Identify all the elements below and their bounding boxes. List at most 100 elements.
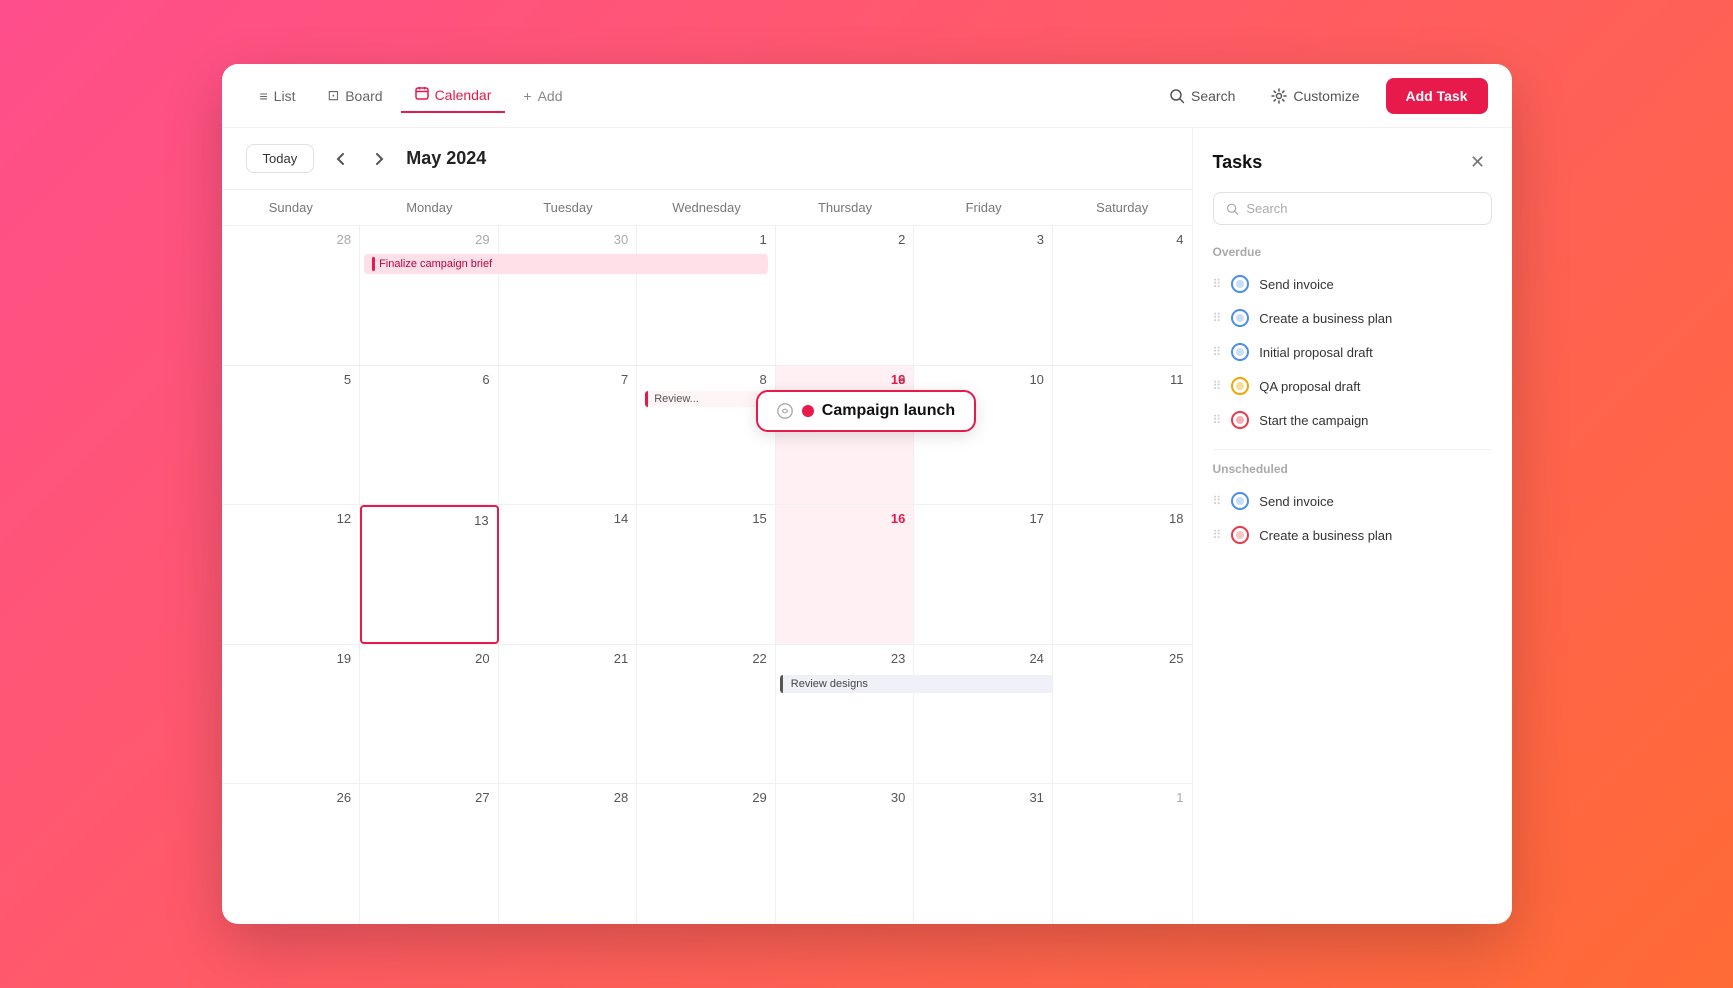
day-header-monday: Monday (360, 190, 499, 225)
cell-5-may[interactable]: 5 (222, 366, 361, 505)
cell-6-may[interactable]: 6 (360, 366, 499, 505)
cell-3-may[interactable]: 3 (914, 226, 1053, 365)
event-review-designs[interactable]: Review designs (780, 675, 1054, 693)
campaign-dot (802, 405, 814, 417)
cell-22-may[interactable]: 22 (637, 645, 776, 784)
cell-29-apr[interactable]: 29 Finalize campaign brief (360, 226, 499, 365)
day-headers: Sunday Monday Tuesday Wednesday Thursday… (222, 190, 1192, 226)
calendar-icon (415, 86, 429, 103)
week-3: 12 13 14 15 16 (222, 505, 1192, 645)
date-5-may: 5 (230, 372, 352, 387)
drag-handle-3[interactable]: ⠿ (1213, 345, 1222, 359)
close-tasks-button[interactable]: ✕ (1464, 148, 1492, 176)
cell-12-may[interactable]: 12 (222, 505, 361, 644)
cell-13-may[interactable]: 13 (360, 505, 499, 644)
date-18-may: 18 (1061, 511, 1184, 526)
task-qa-proposal-overdue[interactable]: ⠿ QA proposal draft (1213, 369, 1492, 403)
task-send-invoice-overdue[interactable]: ⠿ Send invoice (1213, 267, 1492, 301)
date-8-may: 8 (645, 372, 767, 387)
cell-8-may[interactable]: 8 Review... (637, 366, 776, 505)
drag-handle-7[interactable]: ⠿ (1213, 528, 1222, 542)
cell-25-may[interactable]: 25 (1053, 645, 1192, 784)
cell-24-may[interactable]: 24 (914, 645, 1053, 784)
cell-30-apr[interactable]: 30 (499, 226, 638, 365)
event-review-label: Review... (654, 393, 699, 405)
cell-2-may[interactable]: 2 (776, 226, 915, 365)
task-icon-4 (1231, 377, 1249, 395)
task-name-2: Create a business plan (1259, 311, 1392, 326)
search-label: Search (1191, 88, 1235, 104)
event-finalize-campaign[interactable]: Finalize campaign brief (364, 254, 768, 274)
search-button[interactable]: Search (1159, 82, 1245, 110)
event-review[interactable]: Review... (645, 391, 767, 407)
cell-28-apr[interactable]: 28 (222, 226, 361, 365)
date-29-may: 29 (645, 790, 767, 805)
cell-16-may[interactable]: 16 (776, 505, 915, 644)
cell-11-may[interactable]: 11 (1053, 366, 1192, 505)
cell-27-may[interactable]: 27 (360, 784, 499, 924)
cell-30-may[interactable]: 30 (776, 784, 915, 924)
drag-handle-6[interactable]: ⠿ (1213, 494, 1222, 508)
settings-adjust-icon (776, 402, 794, 420)
date-1-jun: 1 (1061, 790, 1184, 805)
task-name-5: Start the campaign (1259, 413, 1368, 428)
cell-18-may[interactable]: 18 (1053, 505, 1192, 644)
add-task-button[interactable]: Add Task (1386, 78, 1488, 114)
cell-15-may[interactable]: 15 (637, 505, 776, 644)
cell-19-may[interactable]: 19 (222, 645, 361, 784)
date-25-may: 25 (1061, 651, 1184, 666)
tab-list-label: List (274, 88, 296, 104)
prev-month-button[interactable] (326, 145, 354, 173)
cell-21-may[interactable]: 21 (499, 645, 638, 784)
date-17-may: 17 (922, 511, 1044, 526)
plus-icon: + (523, 88, 531, 104)
date-9-may: 9 (784, 372, 906, 387)
today-button[interactable]: Today (246, 144, 315, 173)
day-header-saturday: Saturday (1053, 190, 1192, 225)
drag-handle-5[interactable]: ⠿ (1213, 413, 1222, 427)
cell-4-may[interactable]: 4 (1053, 226, 1192, 365)
task-start-campaign-overdue[interactable]: ⠿ Start the campaign (1213, 403, 1492, 437)
task-icon-1 (1231, 275, 1249, 293)
date-3-may: 3 (922, 232, 1044, 247)
drag-handle-2[interactable]: ⠿ (1213, 311, 1222, 325)
date-28-apr: 28 (230, 232, 352, 247)
calendar-grid: Sunday Monday Tuesday Wednesday Thursday… (222, 190, 1192, 924)
cell-31-may[interactable]: 31 (914, 784, 1053, 924)
event-review-designs-label: Review designs (791, 678, 868, 690)
tasks-search-input[interactable] (1246, 201, 1478, 216)
cell-28-may[interactable]: 28 (499, 784, 638, 924)
customize-button[interactable]: Customize (1261, 82, 1369, 110)
tab-calendar[interactable]: Calendar (401, 78, 506, 113)
campaign-launch-popup[interactable]: Campaign launch (756, 390, 976, 432)
cell-17-may[interactable]: 17 (914, 505, 1053, 644)
tasks-search-container[interactable] (1213, 192, 1492, 225)
drag-handle-1[interactable]: ⠿ (1213, 277, 1222, 291)
cell-9-may[interactable]: 9 Campaign launch (776, 366, 915, 505)
next-month-button[interactable] (366, 145, 394, 173)
cell-26-may[interactable]: 26 (222, 784, 361, 924)
cell-10-may[interactable]: 10 (914, 366, 1053, 505)
date-1-may: 1 (645, 232, 767, 247)
tab-board[interactable]: ⊡ Board (313, 79, 396, 112)
date-30-apr: 30 (507, 232, 629, 247)
cell-29-may[interactable]: 29 (637, 784, 776, 924)
cell-23-may[interactable]: 23 Review designs (776, 645, 915, 784)
cell-14-may[interactable]: 14 (499, 505, 638, 644)
close-icon: ✕ (1470, 152, 1485, 173)
day-header-tuesday: Tuesday (499, 190, 638, 225)
cell-7-may[interactable]: 7 (499, 366, 638, 505)
task-business-plan-unscheduled[interactable]: ⠿ Create a business plan (1213, 518, 1492, 552)
cell-1-may[interactable]: 1 (637, 226, 776, 365)
cell-20-may[interactable]: 20 (360, 645, 499, 784)
chevron-right-icon (375, 152, 385, 166)
task-proposal-draft-overdue[interactable]: ⠿ Initial proposal draft (1213, 335, 1492, 369)
drag-handle-4[interactable]: ⠿ (1213, 379, 1222, 393)
tab-add[interactable]: + Add (509, 80, 576, 112)
task-icon-2 (1231, 309, 1249, 327)
cell-1-jun[interactable]: 1 (1053, 784, 1192, 924)
week-2: 5 6 7 8 Review... (222, 366, 1192, 506)
tab-list[interactable]: ≡ List (246, 80, 310, 112)
task-send-invoice-unscheduled[interactable]: ⠿ Send invoice (1213, 484, 1492, 518)
task-business-plan-overdue[interactable]: ⠿ Create a business plan (1213, 301, 1492, 335)
